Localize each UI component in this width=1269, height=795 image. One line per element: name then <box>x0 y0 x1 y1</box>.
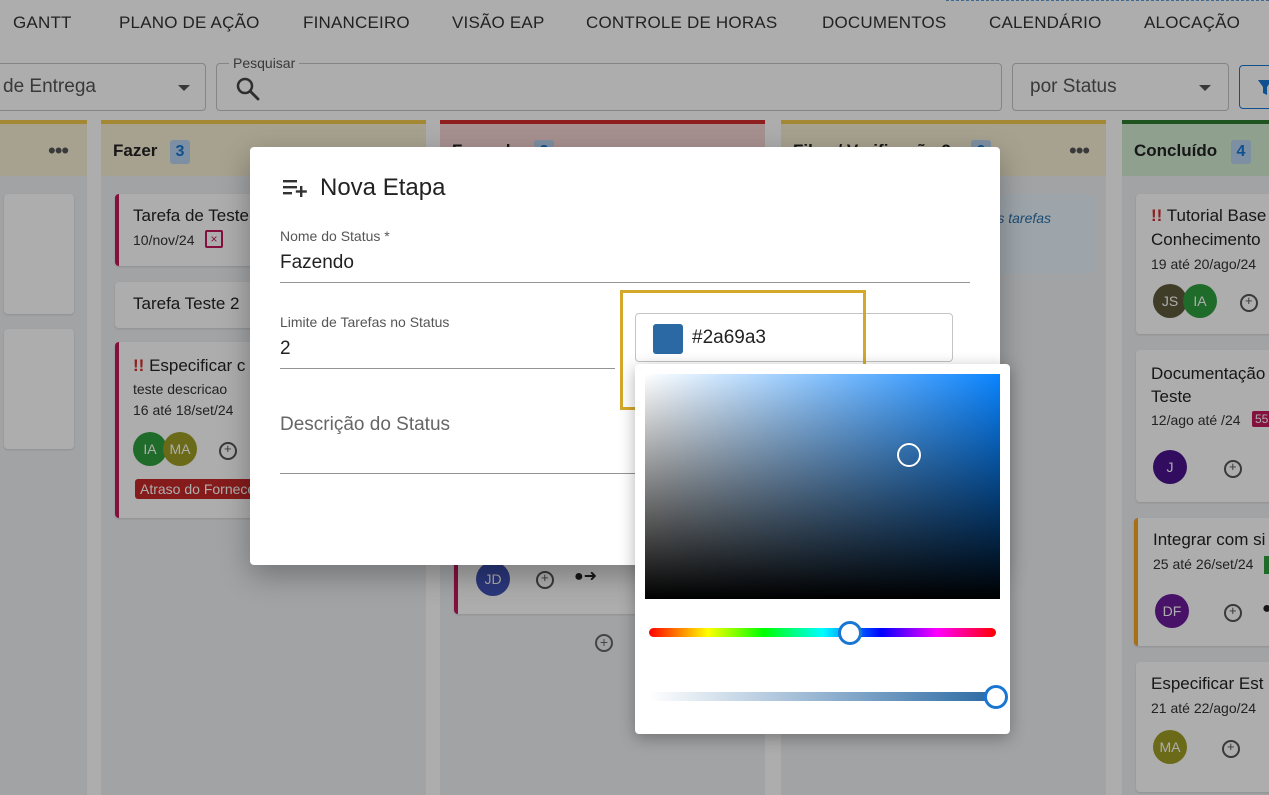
dialog-title: Nova Etapa <box>320 174 446 201</box>
task-limit-underline <box>280 368 615 369</box>
color-swatch[interactable] <box>653 324 683 354</box>
status-name-underline <box>280 282 970 283</box>
color-hex-value: #2a69a3 <box>692 327 766 348</box>
task-limit-label: Limite de Tarefas no Status <box>280 314 450 330</box>
playlist-add-icon <box>283 180 307 197</box>
saturation-handle[interactable] <box>897 443 921 467</box>
task-limit-input[interactable]: 2 <box>280 338 291 360</box>
color-field[interactable]: #2a69a3 <box>635 313 953 362</box>
color-picker-popover <box>635 364 1010 734</box>
status-description-input[interactable]: Descrição do Status <box>280 414 450 436</box>
hue-slider[interactable] <box>649 621 996 645</box>
hue-handle[interactable] <box>838 621 863 645</box>
status-description-underline <box>280 473 640 474</box>
status-name-label: Nome do Status * <box>280 228 390 244</box>
alpha-slider[interactable] <box>649 685 1008 709</box>
status-name-input[interactable]: Fazendo <box>280 252 354 274</box>
alpha-handle[interactable] <box>984 685 1008 709</box>
saturation-value-area[interactable] <box>645 374 1000 599</box>
